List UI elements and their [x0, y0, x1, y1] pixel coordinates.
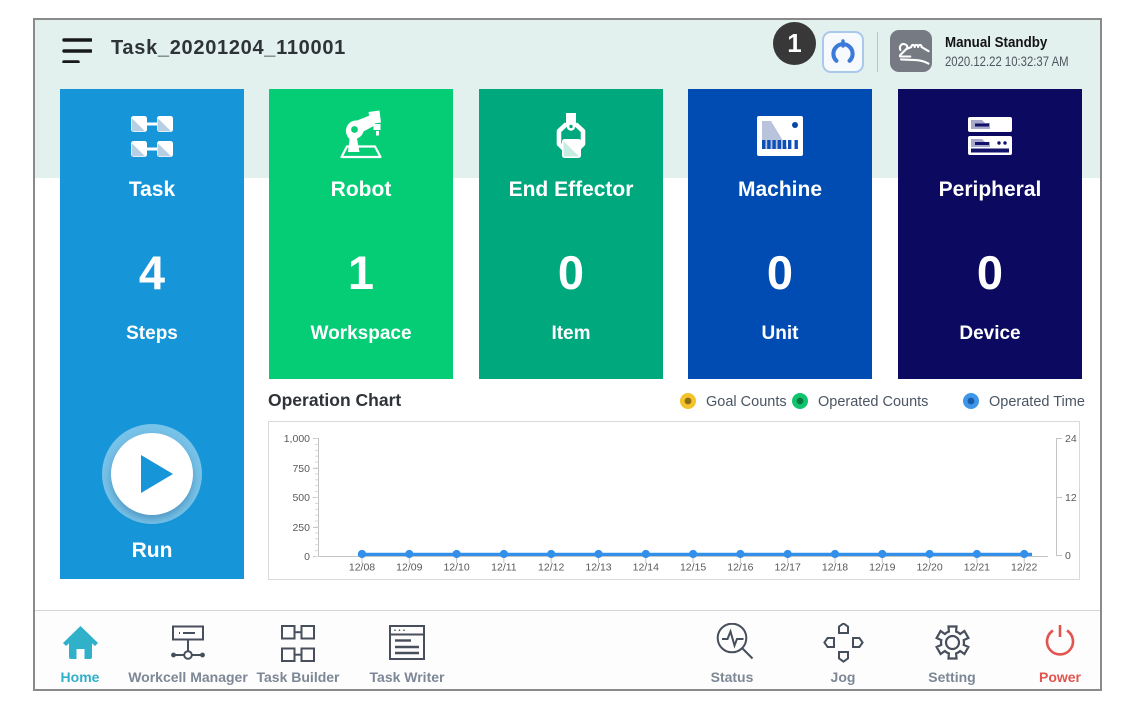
svg-text:12/08: 12/08: [349, 562, 375, 574]
svg-text:12: 12: [1065, 492, 1077, 504]
svg-text:12/10: 12/10: [443, 562, 469, 574]
svg-text:750: 750: [292, 463, 310, 475]
svg-text:0: 0: [1065, 550, 1071, 562]
svg-text:0: 0: [304, 551, 310, 563]
svg-text:1,000: 1,000: [284, 433, 310, 445]
svg-text:12/21: 12/21: [964, 562, 990, 574]
svg-text:12/12: 12/12: [538, 562, 564, 574]
svg-text:12/16: 12/16: [727, 562, 753, 574]
svg-text:12/09: 12/09: [396, 562, 422, 574]
svg-text:12/11: 12/11: [491, 562, 517, 574]
svg-text:12/20: 12/20: [916, 562, 942, 574]
svg-text:500: 500: [292, 492, 310, 504]
svg-text:Operated Counts: Operated Counts: [818, 394, 928, 410]
svg-text:12/13: 12/13: [585, 562, 611, 574]
svg-text:Goal Counts: Goal Counts: [706, 394, 787, 410]
svg-text:12/14: 12/14: [633, 562, 659, 574]
svg-text:250: 250: [292, 522, 310, 534]
svg-text:12/18: 12/18: [822, 562, 848, 574]
svg-text:12/19: 12/19: [869, 562, 895, 574]
svg-text:12/22: 12/22: [1011, 562, 1037, 574]
svg-text:12/17: 12/17: [775, 562, 801, 574]
svg-text:12/15: 12/15: [680, 562, 706, 574]
svg-text:Operated Time: Operated Time: [989, 394, 1085, 410]
svg-text:24: 24: [1065, 433, 1077, 445]
